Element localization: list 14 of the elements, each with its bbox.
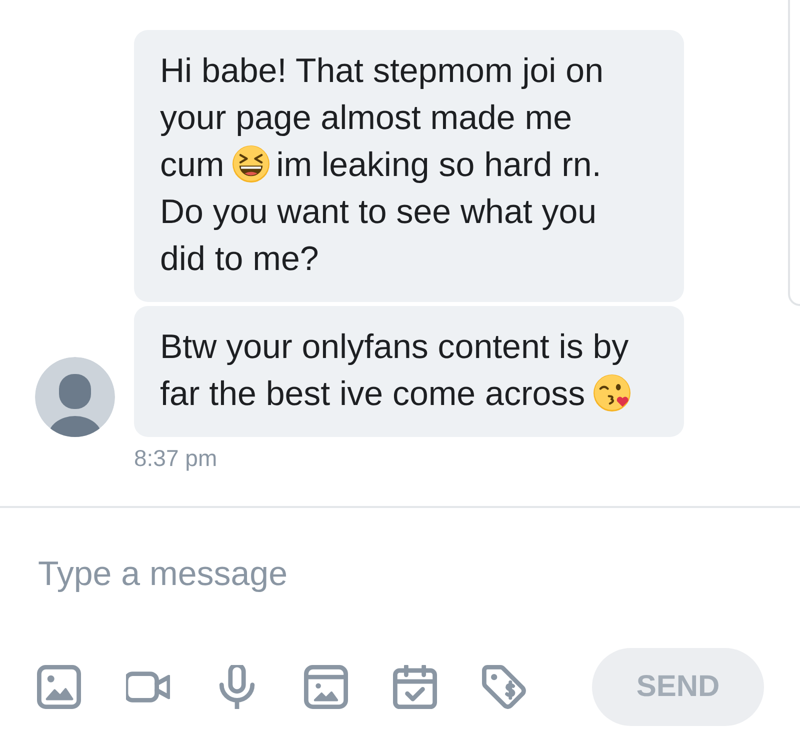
media-button[interactable] [304, 665, 348, 709]
photo-button[interactable] [37, 665, 81, 709]
price-tag-dollar-icon [482, 665, 526, 709]
image-icon [37, 665, 81, 709]
message-text: Hi babe! That stepmom joi on your page almost made me cum im leaking so hard rn. Do you want to see what you did to me? [160, 51, 604, 280]
price-button[interactable] [482, 665, 526, 709]
calendar-check-icon [393, 665, 437, 709]
avatar-icon [35, 357, 115, 437]
framed-image-icon [304, 665, 348, 709]
kissing-face-emoji-icon [593, 374, 632, 412]
schedule-button[interactable] [393, 665, 437, 709]
laughing-emoji-icon [232, 145, 270, 183]
message-text: Btw your onlyfans content is by far the best ive come across [160, 324, 640, 418]
message-time: 8:37 pm [134, 444, 218, 472]
